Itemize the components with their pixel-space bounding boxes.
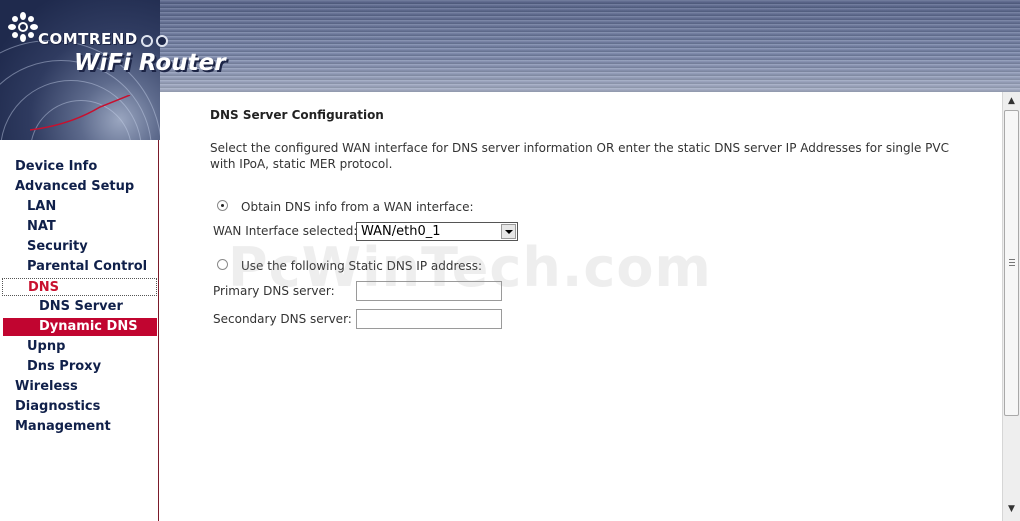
header-gradient [160,0,1020,92]
sidebar-item-advanced-setup[interactable]: Advanced Setup [0,178,158,196]
swoosh-decoration [30,95,131,131]
wan-interface-label: WAN Interface selected: [213,224,358,238]
scrollbar-thumb[interactable] [1004,110,1019,416]
static-dns-radio[interactable] [217,259,228,270]
wan-interface-select-value: WAN/eth0_1 [361,224,441,239]
sidebar-item-dns-server[interactable]: DNS Server [0,298,158,316]
comtrend-logo-icon [8,12,38,42]
sidebar-item-nat[interactable]: NAT [0,218,158,236]
sidebar-item-dns[interactable]: DNS [2,278,157,296]
sidebar-item-parental-control[interactable]: Parental Control [0,258,158,276]
grip-icon [1009,259,1015,267]
product-name: WiFi Router [74,50,226,76]
sidebar-item-security[interactable]: Security [0,238,158,256]
sidebar-item-management[interactable]: Management [0,418,158,436]
sidebar-item-wireless[interactable]: Wireless [0,378,158,396]
sidebar-item-upnp[interactable]: Upnp [0,338,158,356]
sidebar-item-diagnostics[interactable]: Diagnostics [0,398,158,416]
brand-name: COMTREND [38,30,138,48]
sidebar-item-device-info[interactable]: Device Info [0,158,158,176]
wan-interface-option-label: Obtain DNS info from a WAN interface: [241,200,474,214]
primary-dns-field[interactable] [356,281,502,301]
scroll-up-arrow-icon[interactable]: ▲ [1004,94,1019,108]
brand-dots-icon [141,32,171,51]
secondary-dns-field[interactable] [356,309,502,329]
sidebar-item-lan[interactable]: LAN [0,198,158,216]
page-title: DNS Server Configuration [210,108,384,122]
wan-interface-radio[interactable] [217,200,228,211]
static-dns-option-label: Use the following Static DNS IP address: [241,259,483,273]
primary-dns-label: Primary DNS server: [213,284,335,298]
chevron-down-icon[interactable] [501,224,516,239]
page-description: Select the configured WAN interface for … [210,141,949,171]
sidebar-item-dynamic-dns[interactable]: Dynamic DNS [3,318,157,336]
scroll-down-arrow-icon[interactable]: ▼ [1004,502,1019,516]
secondary-dns-label: Secondary DNS server: [213,312,352,326]
sidebar-item-dns-proxy[interactable]: Dns Proxy [0,358,158,376]
wan-interface-select[interactable]: WAN/eth0_1 [356,222,518,241]
vertical-scrollbar[interactable]: ▲ ▼ [1002,92,1020,521]
